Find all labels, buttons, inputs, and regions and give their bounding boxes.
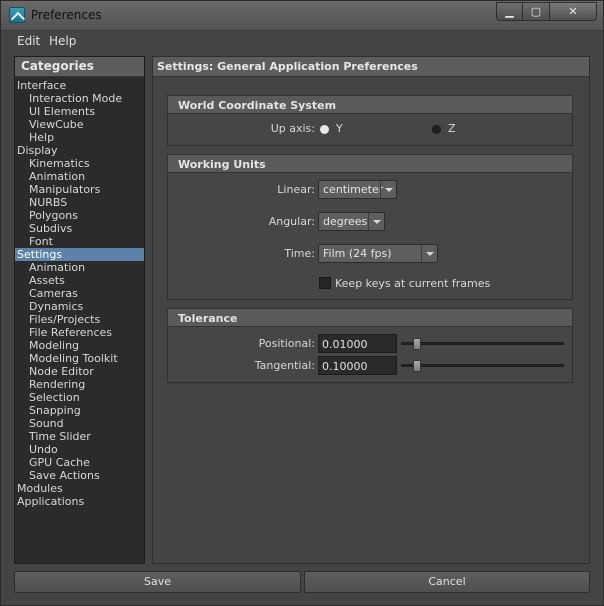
close-button[interactable]: ✕ — [549, 2, 597, 21]
linear-dropdown[interactable]: centimeter — [318, 180, 397, 199]
category-item-gpu-cache[interactable]: GPU Cache — [15, 456, 144, 469]
tangential-label: Tangential: — [254, 359, 315, 372]
category-item-viewcube[interactable]: ViewCube — [15, 118, 144, 131]
working-units-body: Linear: centimeter Angular: degrees Time… — [167, 173, 573, 300]
category-item-font[interactable]: Font — [15, 235, 144, 248]
menu-edit[interactable]: Edit — [17, 34, 40, 48]
menu-help[interactable]: Help — [49, 34, 76, 48]
cancel-button[interactable]: Cancel — [304, 571, 590, 593]
chevron-down-icon — [380, 181, 396, 198]
maximize-button[interactable]: ▢ — [522, 2, 550, 21]
category-item-interaction-mode[interactable]: Interaction Mode — [15, 92, 144, 105]
time-dropdown[interactable]: Film (24 fps) — [318, 244, 438, 263]
time-value: Film (24 fps) — [323, 247, 392, 260]
category-item-subdivs[interactable]: Subdivs — [15, 222, 144, 235]
category-item-manipulators[interactable]: Manipulators — [15, 183, 144, 196]
category-item-polygons[interactable]: Polygons — [15, 209, 144, 222]
category-item-snapping[interactable]: Snapping — [15, 404, 144, 417]
tolerance-body: Positional: 0.01000 Tangential: 0.10000 — [167, 327, 573, 383]
category-item-sound[interactable]: Sound — [15, 417, 144, 430]
tangential-slider-track[interactable] — [401, 364, 564, 367]
up-axis-z-radio[interactable] — [432, 125, 441, 134]
category-item-help[interactable]: Help — [15, 131, 144, 144]
working-units-header: Working Units — [167, 154, 573, 173]
tangential-slider-handle[interactable] — [413, 360, 422, 372]
tolerance-header: Tolerance — [167, 308, 573, 327]
category-item-undo[interactable]: Undo — [15, 443, 144, 456]
up-axis-z-label[interactable]: Z — [448, 122, 456, 135]
category-item-ui-elements[interactable]: UI Elements — [15, 105, 144, 118]
category-item-applications[interactable]: Applications — [15, 495, 144, 508]
angular-value: degrees — [323, 215, 368, 228]
category-item-time-slider[interactable]: Time Slider — [15, 430, 144, 443]
world-coordinate-header: World Coordinate System — [167, 95, 573, 114]
save-button[interactable]: Save — [14, 571, 301, 593]
up-axis-label: Up axis: — [270, 122, 315, 135]
categories-list: Interface Interaction Mode UI Elements View… — [15, 77, 144, 508]
time-label: Time: — [284, 247, 315, 260]
up-axis-y-label[interactable]: Y — [336, 122, 343, 135]
categories-header: Categories — [15, 57, 144, 77]
category-item-files-projects[interactable]: Files/Projects — [15, 313, 144, 326]
categories-panel: Categories Interface Interaction Mode UI E… — [14, 56, 145, 564]
category-item-nurbs[interactable]: NURBS — [15, 196, 144, 209]
positional-label: Positional: — [258, 337, 315, 350]
category-item-dynamics[interactable]: Dynamics — [15, 300, 144, 313]
category-item-file-references[interactable]: File References — [15, 326, 144, 339]
settings-panel: Settings: General Application Preference… — [152, 56, 590, 564]
keep-keys-checkbox[interactable] — [319, 277, 331, 289]
angular-dropdown[interactable]: degrees — [318, 212, 385, 231]
chevron-down-icon — [368, 213, 384, 230]
positional-slider-track[interactable] — [401, 342, 564, 345]
category-item-interface[interactable]: Interface — [15, 79, 144, 92]
maya-app-icon — [9, 7, 25, 23]
category-item-selection[interactable]: Selection — [15, 391, 144, 404]
title-bar[interactable]: Preferences ▁ ▢ ✕ — [1, 1, 603, 31]
category-item-display[interactable]: Display — [15, 144, 144, 157]
category-item-rendering[interactable]: Rendering — [15, 378, 144, 391]
world-coordinate-body: Up axis: Y Z — [167, 114, 573, 146]
tangential-input[interactable]: 0.10000 — [318, 356, 397, 375]
category-item-node-editor[interactable]: Node Editor — [15, 365, 144, 378]
settings-header: Settings: General Application Preference… — [153, 57, 589, 77]
category-item-animation[interactable]: Animation — [15, 170, 144, 183]
category-item-save-actions[interactable]: Save Actions — [15, 469, 144, 482]
positional-input[interactable]: 0.01000 — [318, 334, 397, 353]
category-item-modules[interactable]: Modules — [15, 482, 144, 495]
chevron-down-icon — [421, 245, 437, 262]
angular-label: Angular: — [268, 215, 315, 228]
category-item-assets[interactable]: Assets — [15, 274, 144, 287]
up-axis-y-radio[interactable] — [320, 125, 329, 134]
preferences-window: Preferences ▁ ▢ ✕ Edit Help Categories I… — [0, 0, 604, 606]
category-item-settings[interactable]: Settings — [15, 248, 144, 261]
menu-bar: Edit Help — [1, 31, 603, 53]
positional-slider-handle[interactable] — [413, 338, 422, 350]
linear-value: centimeter — [323, 183, 384, 196]
category-item-modeling[interactable]: Modeling — [15, 339, 144, 352]
category-item-cameras[interactable]: Cameras — [15, 287, 144, 300]
category-item-kinematics[interactable]: Kinematics — [15, 157, 144, 170]
working-units-section: Working Units Linear: centimeter Angular… — [167, 154, 573, 300]
tolerance-section: Tolerance Positional: 0.01000 Tangential… — [167, 308, 573, 383]
category-item-animation[interactable]: Animation — [15, 261, 144, 274]
linear-label: Linear: — [277, 183, 315, 196]
keep-keys-label[interactable]: Keep keys at current frames — [335, 277, 490, 290]
world-coordinate-section: World Coordinate System Up axis: Y Z — [167, 95, 573, 146]
window-title: Preferences — [31, 8, 102, 22]
category-item-modeling-toolkit[interactable]: Modeling Toolkit — [15, 352, 144, 365]
minimize-button[interactable]: ▁ — [496, 2, 523, 21]
